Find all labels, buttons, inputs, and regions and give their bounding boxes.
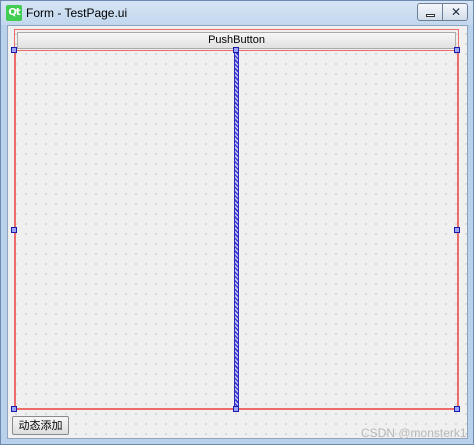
csdn-watermark: CSDN @monsterk1 (361, 426, 467, 440)
designer-form-window: Qt Form - TestPage.ui ✕ PushButton 动态添加 … (0, 0, 474, 445)
selection-handle-top-center[interactable] (233, 47, 239, 53)
selection-handle-top-right[interactable] (454, 47, 460, 53)
qt-logo-icon: Qt (6, 5, 22, 21)
selection-handle-bottom-right[interactable] (454, 406, 460, 412)
window-title: Form - TestPage.ui (26, 6, 128, 20)
minimize-button[interactable] (417, 3, 443, 21)
close-button[interactable]: ✕ (442, 3, 468, 21)
splitter-handle[interactable] (234, 53, 239, 409)
selection-handle-middle-right[interactable] (454, 227, 460, 233)
title-bar[interactable]: Qt Form - TestPage.ui ✕ (1, 1, 473, 25)
dynamic-add-button[interactable]: 动态添加 (12, 416, 69, 435)
selection-handle-bottom-center[interactable] (233, 406, 239, 412)
selection-handle-top-left[interactable] (11, 47, 17, 53)
close-icon: ✕ (450, 5, 462, 19)
form-canvas[interactable]: PushButton 动态添加 (7, 25, 468, 439)
minimize-icon (426, 14, 435, 17)
selection-handle-bottom-left[interactable] (11, 406, 17, 412)
selection-handle-middle-left[interactable] (11, 227, 17, 233)
